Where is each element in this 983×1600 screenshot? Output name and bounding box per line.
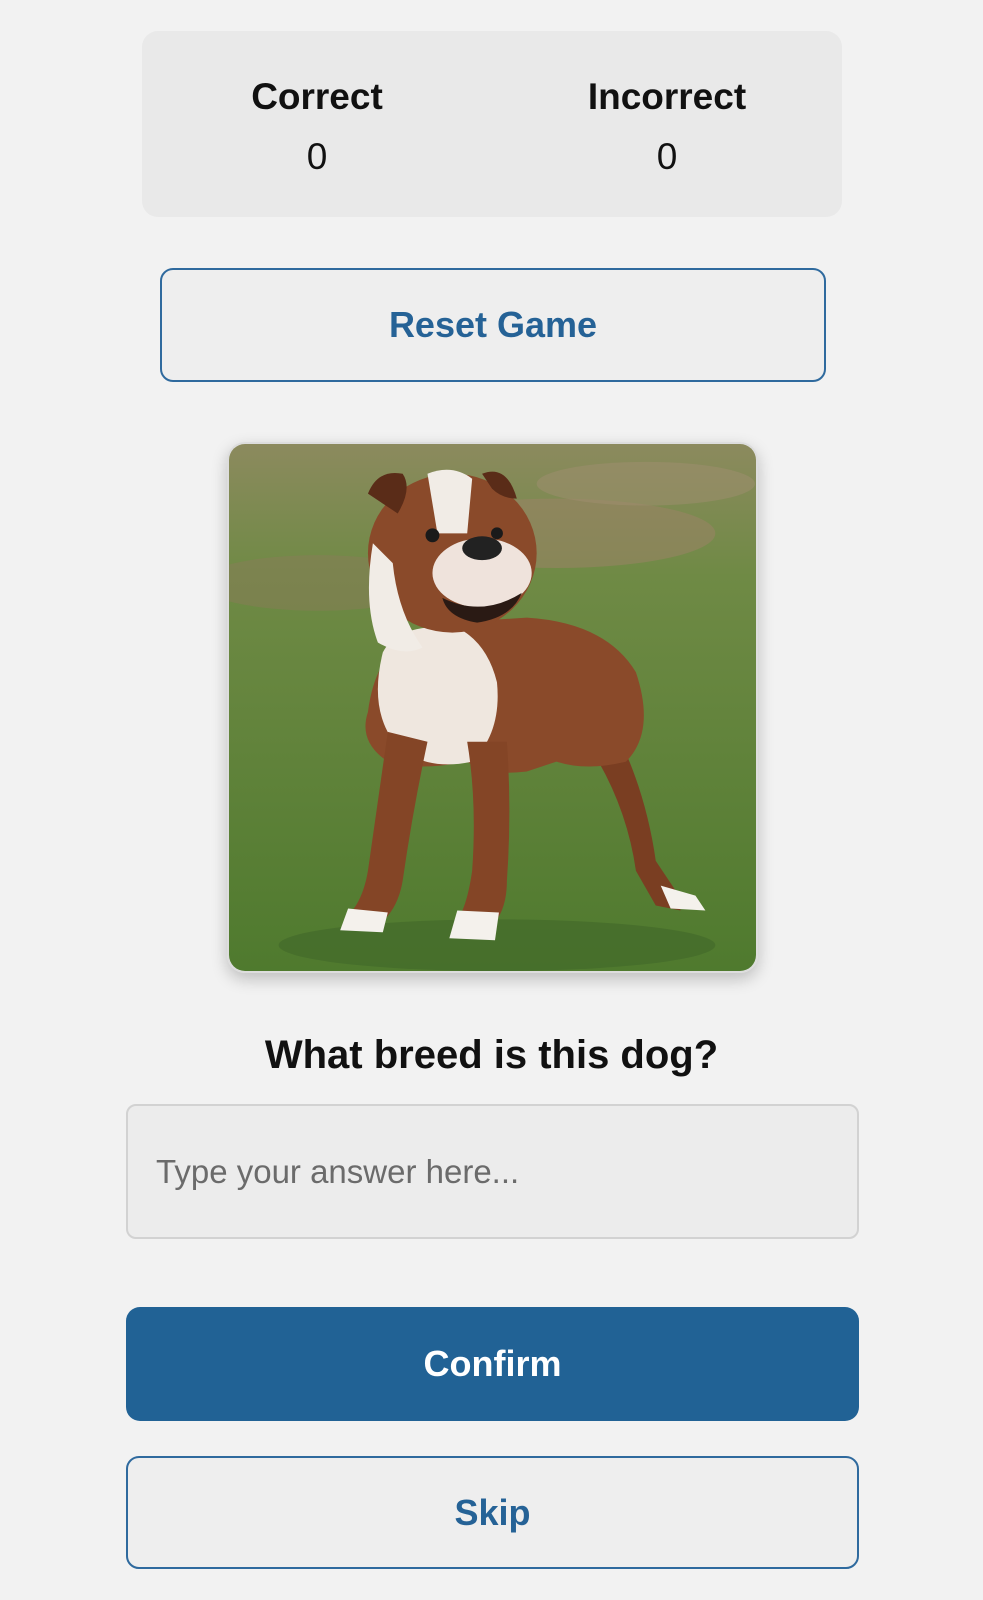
dog-image <box>227 442 758 973</box>
incorrect-count: 0 <box>656 136 678 177</box>
correct-label: Correct <box>251 76 383 117</box>
scoreboard: Correct 0 Incorrect 0 <box>142 31 842 217</box>
question-text: What breed is this dog? <box>264 1033 719 1077</box>
reset-game-button[interactable]: Reset Game <box>160 268 826 382</box>
incorrect-label: Incorrect <box>587 76 747 117</box>
skip-button[interactable]: Skip <box>126 1456 859 1569</box>
correct-score: Correct 0 <box>142 31 492 217</box>
incorrect-score: Incorrect 0 <box>492 31 842 217</box>
answer-input[interactable] <box>126 1104 859 1239</box>
dog-photo <box>229 444 756 971</box>
confirm-button[interactable]: Confirm <box>126 1307 859 1421</box>
correct-count: 0 <box>306 136 328 177</box>
